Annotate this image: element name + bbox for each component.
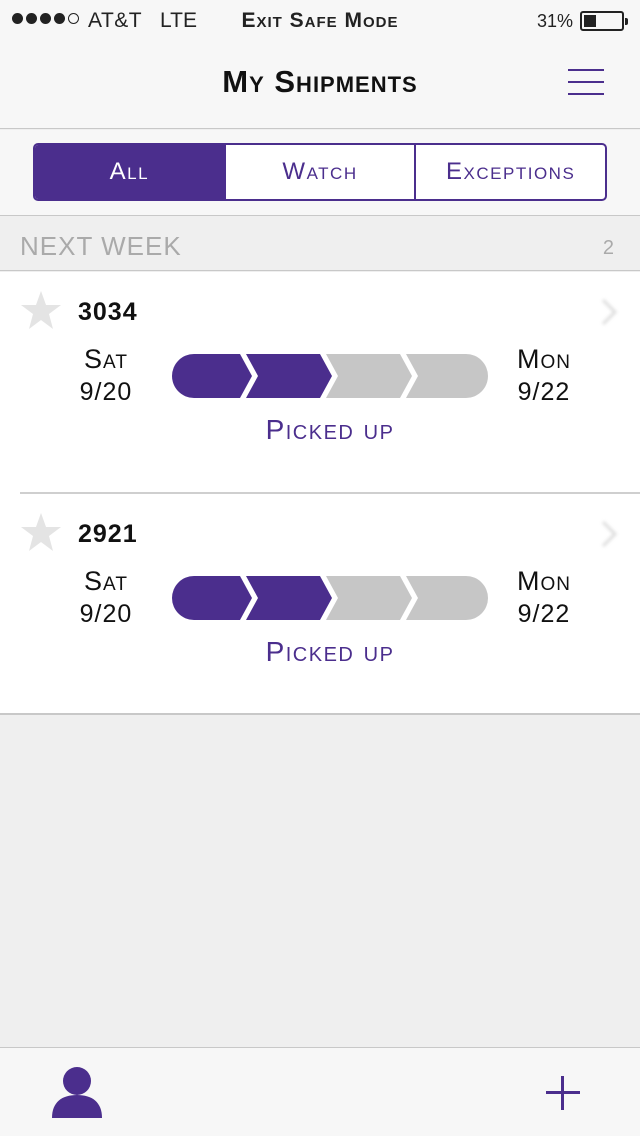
hamburger-menu-icon[interactable] <box>568 69 604 95</box>
delivery-day: Mon <box>517 344 571 374</box>
delivery-date: 9/22 <box>517 600 571 628</box>
ship-date: 9/20 <box>79 600 133 628</box>
progress-bar <box>172 576 488 620</box>
section-header: NEXT WEEK 2 <box>0 217 640 271</box>
battery-percent: 31% <box>537 11 574 31</box>
star-icon[interactable] <box>20 290 62 330</box>
filter-segmented-control: All Watch Exceptions <box>33 143 607 201</box>
shipment-id: 3034 <box>78 298 138 326</box>
section-title: NEXT WEEK <box>20 231 182 261</box>
bottom-tab-bar <box>0 1047 640 1136</box>
shipment-status: Picked up <box>265 636 395 667</box>
battery-icon <box>580 11 628 31</box>
plus-icon[interactable] <box>546 1076 580 1110</box>
ship-day: Sat <box>84 566 128 596</box>
status-bar: AT&T LTE Exit Safe Mode 31% <box>0 0 640 42</box>
section-count: 2 <box>602 237 614 259</box>
segment-all[interactable]: All <box>35 145 224 199</box>
navigation-bar: My Shipments <box>0 42 640 129</box>
progress-bar <box>172 354 488 398</box>
ship-date: 9/20 <box>79 378 133 406</box>
segment-watch[interactable]: Watch <box>223 145 415 199</box>
delivery-date: 9/22 <box>517 378 571 406</box>
chevron-right-icon <box>601 298 618 326</box>
filter-area: All Watch Exceptions <box>0 130 640 216</box>
star-icon[interactable] <box>20 512 62 552</box>
profile-icon[interactable] <box>50 1066 104 1118</box>
ship-day: Sat <box>84 344 128 374</box>
shipment-status: Picked up <box>265 414 395 445</box>
tracking-number <box>462 524 590 542</box>
page-title: My Shipments <box>222 64 418 99</box>
chevron-right-icon <box>601 520 618 548</box>
tracking-number <box>462 302 590 320</box>
shipment-list: 3034 Sat 9/20 Mon 9/22 Picked up 2921 Sa… <box>0 272 640 715</box>
delivery-day: Mon <box>517 566 571 596</box>
shipment-card[interactable]: 2921 Sat 9/20 Mon 9/22 Picked up <box>0 494 640 714</box>
segment-exceptions[interactable]: Exceptions <box>414 145 605 199</box>
shipment-card[interactable]: 3034 Sat 9/20 Mon 9/22 Picked up <box>0 272 640 494</box>
shipment-id: 2921 <box>78 520 138 548</box>
